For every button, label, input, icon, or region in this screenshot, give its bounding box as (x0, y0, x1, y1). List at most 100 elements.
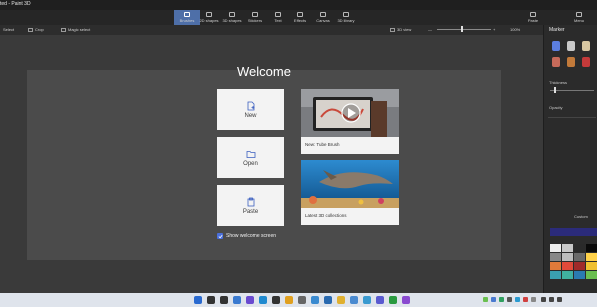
3d-collections-thumbnail (301, 160, 399, 208)
divider (548, 117, 596, 118)
canvas-icon (320, 12, 326, 17)
shapes-3d-icon (229, 12, 235, 17)
tab-3d-library[interactable]: 3D library (333, 10, 359, 25)
paste-icon (530, 12, 536, 17)
paste-toolbar-button[interactable]: Paste (520, 10, 546, 25)
color-swatch[interactable] (574, 253, 585, 261)
title-bar: ted - Paint 3D (0, 0, 597, 10)
color-swatch[interactable] (562, 271, 573, 279)
color-swatch[interactable] (574, 262, 585, 270)
tray-icon[interactable] (531, 297, 536, 302)
chat-icon[interactable] (246, 296, 254, 304)
show-welcome-toggle[interactable]: Show welcome screen (217, 233, 276, 239)
zoom-in-button[interactable]: + (493, 27, 495, 32)
chrome-icon[interactable] (285, 296, 293, 304)
color-swatch[interactable] (550, 244, 561, 252)
notepad-icon[interactable] (350, 296, 358, 304)
settings-icon[interactable] (298, 296, 306, 304)
select-button[interactable]: Select (3, 27, 14, 32)
pixel-pen-brush[interactable] (567, 57, 575, 67)
color-swatch[interactable] (562, 253, 573, 261)
clipboard-icon (247, 197, 254, 206)
color-swatch[interactable] (550, 253, 561, 261)
xbox-icon[interactable] (389, 296, 397, 304)
3d-collections-card[interactable]: Latest 3D collections (301, 160, 399, 225)
zoom-slider[interactable] (437, 29, 491, 30)
welcome-title: Welcome (237, 64, 291, 79)
zoom-slider-thumb[interactable] (461, 26, 463, 32)
menu-icon (576, 12, 582, 17)
wifi-icon[interactable] (541, 297, 546, 302)
panel-title: Marker (549, 27, 565, 33)
tray-icon[interactable] (499, 297, 504, 302)
windows-start-icon[interactable] (194, 296, 202, 304)
mail-icon[interactable] (324, 296, 332, 304)
menu-button[interactable]: Menu (566, 10, 592, 25)
paint-3d-icon[interactable] (402, 296, 410, 304)
brush-icon (184, 12, 190, 17)
edge-icon[interactable] (259, 296, 267, 304)
color-swatch[interactable] (586, 271, 597, 279)
magic-select-icon (61, 27, 66, 32)
photos-icon[interactable] (363, 296, 371, 304)
volume-icon[interactable] (549, 297, 554, 302)
color-swatch[interactable] (586, 262, 597, 270)
calligraphy-pen-brush[interactable] (567, 41, 575, 51)
widgets-icon[interactable] (233, 296, 241, 304)
teams-icon[interactable] (376, 296, 384, 304)
color-swatch[interactable] (562, 262, 573, 270)
tray-icon[interactable] (515, 297, 520, 302)
open-button[interactable]: Open (217, 137, 284, 178)
watercolor-brush[interactable] (552, 57, 560, 67)
tube-brush-video-card[interactable]: New: Tube Brush (301, 89, 399, 154)
show-welcome-checkbox[interactable] (217, 233, 223, 239)
color-swatch[interactable] (550, 262, 561, 270)
task-view-icon[interactable] (220, 296, 228, 304)
shapes-2d-icon (206, 12, 212, 17)
paint-icon[interactable] (311, 296, 319, 304)
sub-toolbar: Select Crop Magic select 3D view — + 100… (0, 25, 597, 35)
thickness-slider[interactable] (550, 90, 594, 91)
magic-select-button[interactable]: Magic select (61, 27, 90, 32)
current-color-swatch[interactable] (550, 228, 597, 236)
taskbar (0, 293, 597, 307)
paste-button[interactable]: Paste (217, 185, 284, 226)
tube-brush-caption: New: Tube Brush (305, 142, 340, 147)
3d-view-toggle[interactable]: 3D view (390, 27, 411, 32)
folder-icon (246, 150, 255, 158)
zoom-out-button[interactable]: — (428, 27, 432, 32)
color-swatch[interactable] (574, 244, 585, 252)
tray-icon[interactable] (491, 297, 496, 302)
thickness-slider-thumb[interactable] (554, 87, 556, 93)
battery-icon[interactable] (557, 297, 562, 302)
thickness-label: Thickness (549, 80, 568, 85)
search-icon[interactable] (207, 296, 215, 304)
file-explorer-icon[interactable] (337, 296, 345, 304)
oil-brush[interactable] (582, 41, 590, 51)
color-swatch[interactable] (550, 271, 561, 279)
view-3d-icon (390, 27, 395, 32)
sticker-icon (252, 12, 258, 17)
color-swatch[interactable] (586, 244, 597, 252)
color-swatch[interactable] (562, 244, 573, 252)
new-button[interactable]: New (217, 89, 284, 130)
marker-brush[interactable] (552, 41, 560, 51)
show-welcome-label: Show welcome screen (226, 233, 277, 239)
side-panel: Marker Thickness Opacity Custom + Add co… (543, 25, 597, 307)
tray-icon[interactable] (507, 297, 512, 302)
zoom-level[interactable]: 100% (510, 27, 520, 32)
pencil-brush[interactable] (582, 57, 590, 67)
crop-icon (28, 27, 33, 32)
effects-icon (297, 12, 303, 17)
tray-icon[interactable] (523, 297, 528, 302)
crop-button[interactable]: Crop (28, 27, 44, 32)
3d-collections-caption: Latest 3D collections (305, 213, 347, 218)
color-swatch[interactable] (586, 253, 597, 261)
opacity-label: Opacity (549, 105, 563, 110)
color-swatch[interactable] (574, 271, 585, 279)
tray-icon[interactable] (483, 297, 488, 302)
tube-brush-thumbnail (301, 89, 399, 137)
library-icon (343, 12, 349, 17)
store-icon[interactable] (272, 296, 280, 304)
main-toolbar: Brushes 2D shapes 3D shapes Stickers Tex… (0, 10, 597, 25)
